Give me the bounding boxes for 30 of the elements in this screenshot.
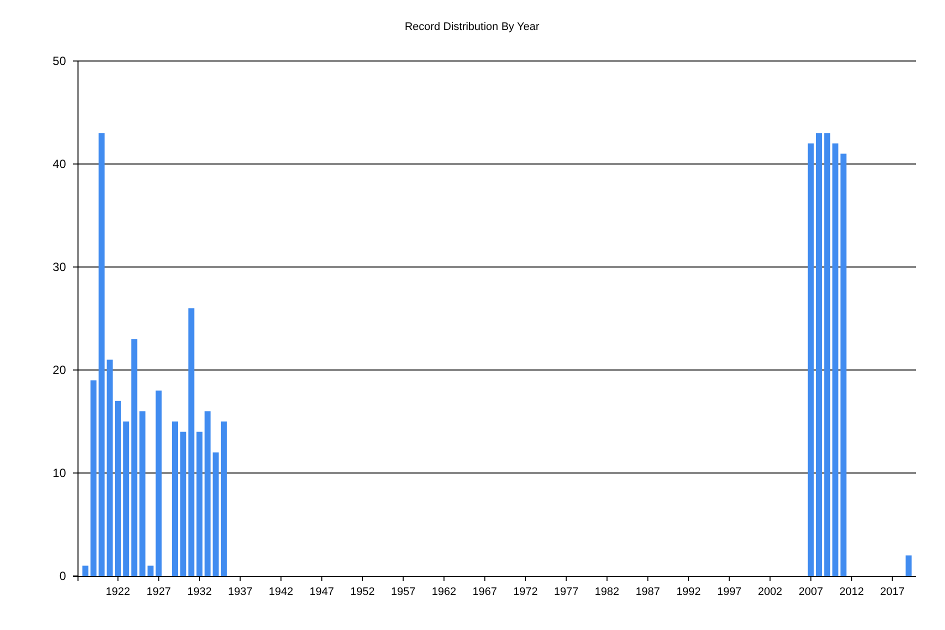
bar [82,566,88,576]
x-tick-label: 1997 [717,586,742,598]
x-tick-label: 1947 [310,586,334,598]
x-tick-label: 1957 [391,586,416,598]
x-tick-label: 1987 [636,586,660,598]
x-tick-label: 1972 [513,586,538,598]
y-tick-label: 0 [59,569,66,583]
y-tick-label: 30 [52,260,66,274]
bar [906,555,912,576]
x-tick-label: 1992 [676,586,701,598]
y-tick-label: 10 [52,466,66,480]
x-tick-label: 2007 [798,586,824,598]
bar [148,566,154,576]
chart-title: Record Distribution By Year [404,21,540,33]
x-tick-label: 2012 [839,586,864,598]
x-tick-label: 2002 [758,586,782,598]
y-tick-label: 20 [52,363,66,377]
x-tick-label: 1967 [472,586,498,598]
x-tick-label: 1927 [146,586,171,598]
x-tick-label: 1952 [350,586,375,598]
y-tick-label: 40 [52,157,66,171]
x-tick-label: 1922 [106,586,130,598]
x-tick-label: 1977 [554,586,579,598]
x-tick-label: 1937 [228,586,252,598]
x-tick-label: 2017 [880,586,905,598]
y-tick-label: 50 [52,54,66,68]
x-tick-label: 1962 [432,586,456,598]
x-tick-label: 1982 [594,586,620,598]
x-tick-label: 1932 [187,586,212,598]
x-tick-label: 1942 [268,586,294,598]
